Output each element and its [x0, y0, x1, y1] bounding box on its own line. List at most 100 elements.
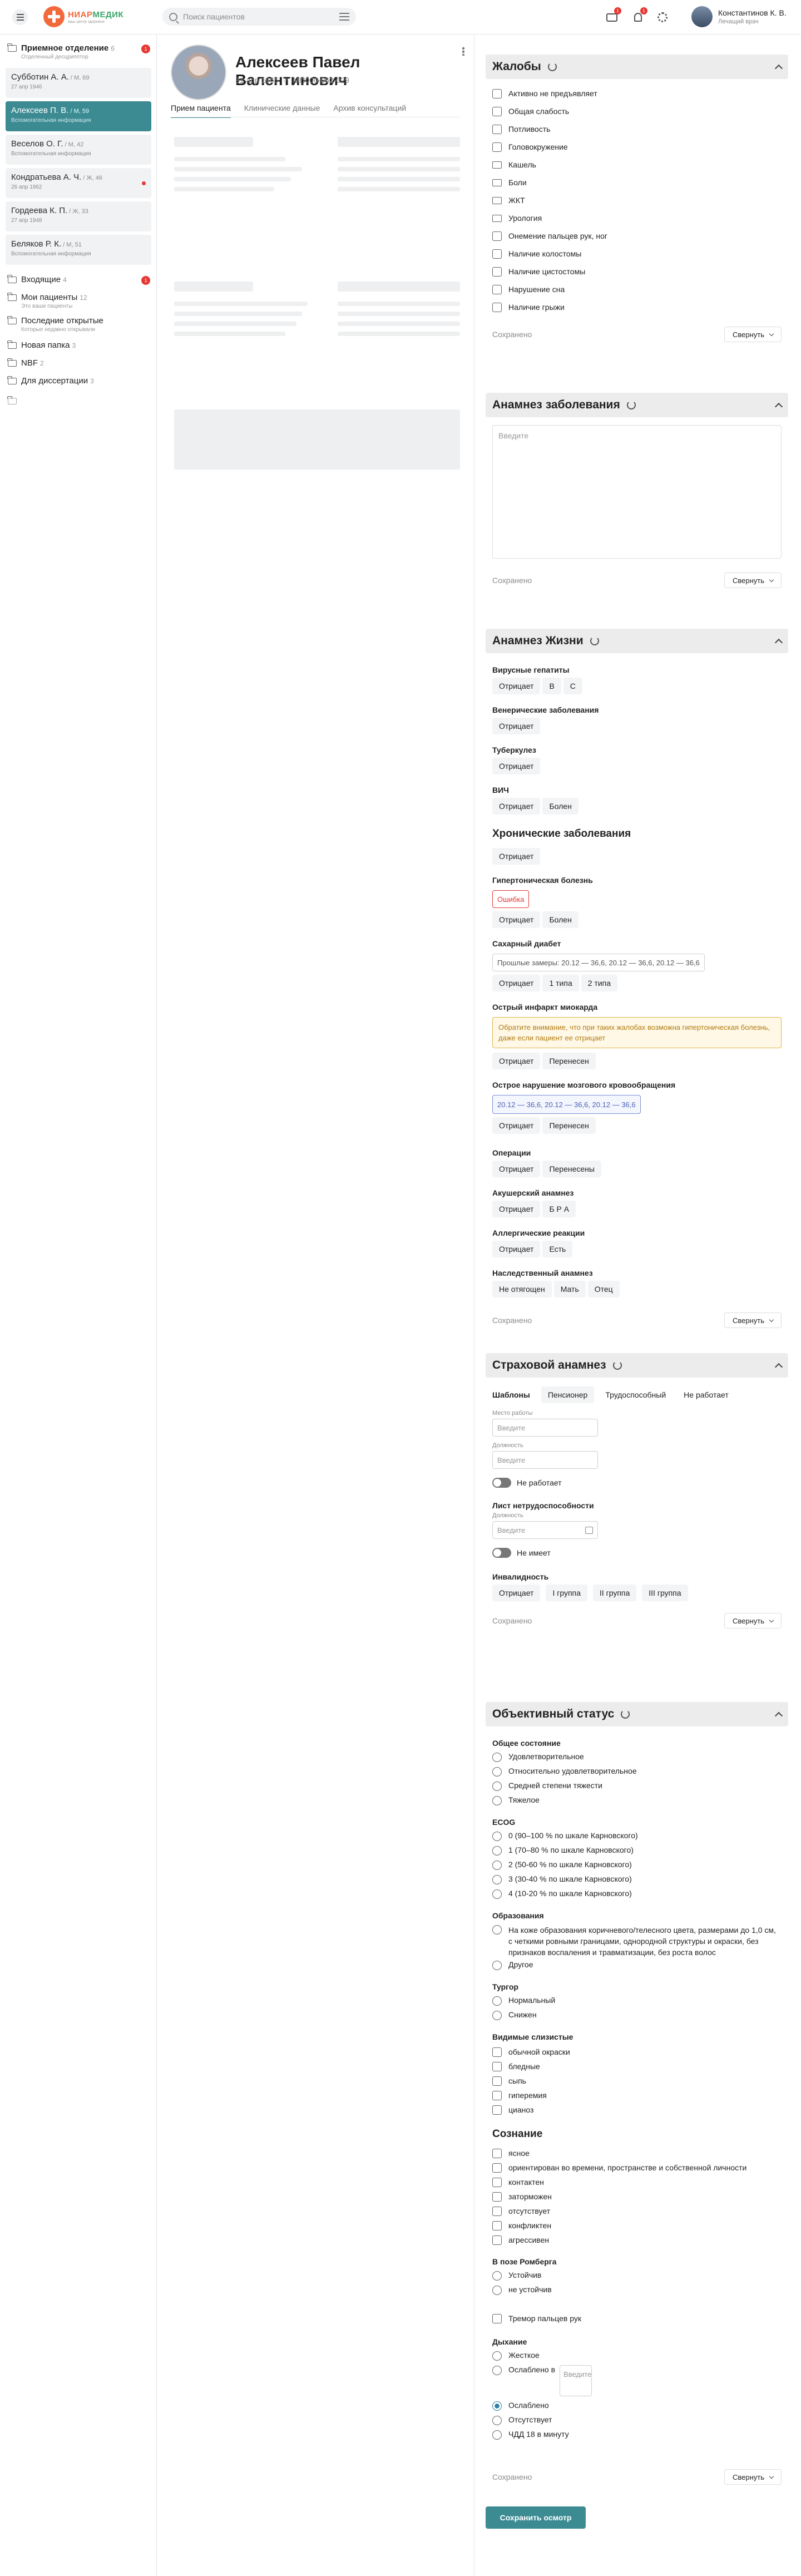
radio[interactable]: Отсутствует — [492, 2415, 782, 2430]
checkbox[interactable]: Общая слабость — [492, 102, 782, 120]
chip[interactable]: 1 типа — [542, 975, 579, 991]
chip[interactable]: Отрицает — [492, 1161, 541, 1177]
chip[interactable]: Отрицает — [492, 1117, 541, 1134]
checkbox[interactable]: ясное — [492, 2146, 782, 2160]
radio[interactable]: 1 (70–80 % по шкале Карновского) — [492, 1845, 782, 1860]
error-field[interactable]: Ошибка — [492, 890, 530, 908]
radio[interactable]: Ослаблено в Введите — [492, 2365, 782, 2396]
checkbox-box[interactable] — [492, 231, 502, 241]
checkbox[interactable]: Наличие колостомы — [492, 245, 782, 263]
more-vert-icon[interactable] — [462, 47, 464, 56]
breath-input[interactable]: Введите — [560, 2365, 592, 2396]
notifications-button[interactable]: 1 — [631, 7, 647, 24]
radio-circle[interactable] — [492, 1782, 502, 1791]
radio[interactable]: Другое — [492, 1960, 782, 1975]
radio[interactable]: Нормальный — [492, 1996, 782, 2010]
menu-icon[interactable] — [12, 9, 28, 25]
radio-circle[interactable] — [492, 2351, 502, 2361]
checkbox[interactable]: агрессивен — [492, 2233, 782, 2247]
patient-card[interactable]: Субботин А. А. / М, 69 27 апр 1946 — [6, 68, 151, 98]
checkbox[interactable]: гиперемия — [492, 2088, 782, 2103]
tab-pensioner[interactable]: Пенсионер — [541, 1386, 595, 1403]
section-header[interactable]: Анамнез Жизни — [486, 629, 788, 653]
section-header[interactable]: Объективный статус — [486, 1702, 788, 1726]
folder-nbf[interactable]: NBF 2 — [0, 358, 157, 368]
previous-measurements[interactable]: Прошлые замеры: 20.12 — 36,6, 20.12 — 36… — [492, 954, 705, 971]
patient-card[interactable]: Веселов О. Г. / М, 42 Вспомогательная инф… — [6, 135, 151, 165]
chip[interactable]: I группа — [546, 1585, 587, 1601]
add-folder-button[interactable] — [0, 396, 33, 404]
checkbox[interactable]: заторможен — [492, 2189, 782, 2204]
radio-circle[interactable] — [492, 2011, 502, 2020]
chip[interactable]: III группа — [642, 1585, 688, 1601]
chip[interactable]: Не отягощен — [492, 1281, 552, 1297]
chevron-up-icon[interactable] — [774, 638, 783, 647]
folder-dissertation[interactable]: Для диссертации 3 — [0, 376, 157, 386]
sick-leave-date-input[interactable]: Введите — [492, 1521, 598, 1539]
folder-new[interactable]: Новая папка 3 — [0, 340, 157, 350]
radio[interactable]: не устойчив — [492, 2285, 782, 2299]
chat-button[interactable]: 1 — [605, 7, 621, 24]
chip[interactable]: II группа — [592, 1585, 637, 1601]
checkbox[interactable]: Наличие грыжи — [492, 298, 782, 316]
chip[interactable]: Отрицает — [492, 1585, 541, 1601]
radio-circle[interactable] — [492, 1996, 502, 2006]
checkbox[interactable]: Активно не предъявляет — [492, 85, 782, 102]
info-field[interactable]: 20.12 — 36,6, 20.12 — 36,6, 20.12 — 36,6 — [492, 1095, 641, 1114]
checkbox-box[interactable] — [492, 124, 502, 134]
tab-reception[interactable]: Прием пациента — [171, 103, 231, 118]
radio[interactable]: Снижен — [492, 2010, 782, 2025]
folder-recent[interactable]: Последние открытые Которые недавно открыв… — [0, 316, 157, 333]
checkbox[interactable]: Потливость — [492, 120, 782, 138]
collapse-button[interactable]: Свернуть — [724, 327, 782, 342]
position-input[interactable]: Введите — [492, 1451, 598, 1469]
section-header[interactable]: Жалобы — [486, 55, 788, 79]
radio-selected[interactable]: Ослаблено — [492, 2401, 782, 2415]
tab-archive[interactable]: Архив консультаций — [333, 103, 415, 118]
refresh-icon[interactable] — [547, 62, 557, 71]
radio[interactable]: Средней степени тяжести — [492, 1781, 782, 1795]
checkbox[interactable]: цианоз — [492, 2103, 782, 2117]
checkbox-box[interactable] — [492, 2235, 502, 2245]
checkbox-box[interactable] — [492, 106, 502, 116]
logo[interactable]: НИАРМЕДИК ваш центр здоровья — [43, 6, 123, 28]
toggle-switch[interactable] — [492, 1548, 511, 1558]
chip[interactable]: Отрицает — [492, 1241, 541, 1257]
chip[interactable]: Отрицает — [492, 1201, 541, 1217]
chevron-up-icon[interactable] — [774, 402, 783, 411]
checkbox[interactable]: обычной окраски — [492, 2045, 782, 2059]
radio-circle[interactable] — [492, 1961, 502, 1970]
toggle-switch[interactable] — [492, 1478, 511, 1488]
checkbox-box[interactable] — [492, 2105, 502, 2115]
chevron-up-icon[interactable] — [774, 64, 783, 73]
radio[interactable]: На коже образования коричневого/телесног… — [492, 1924, 782, 1958]
radio-circle[interactable] — [492, 1767, 502, 1776]
checkbox-tremor[interactable]: Тремор пальцев рук — [492, 2309, 782, 2327]
radio[interactable]: Относительно удовлетворительное — [492, 1766, 782, 1781]
radio-circle[interactable] — [492, 1832, 502, 1841]
checkbox-box[interactable] — [492, 2313, 502, 2323]
collapse-button[interactable]: Свернуть — [724, 1312, 782, 1328]
folder-inbox[interactable]: Входящие 4 1 — [0, 275, 157, 285]
patient-card[interactable]: Беляков Р. К. / М, 51 Вспомогательная инф… — [6, 235, 151, 265]
checkbox[interactable]: Головокружение — [492, 138, 782, 156]
chip[interactable]: Перенесен — [542, 1053, 596, 1069]
folder-option[interactable]: Боли — [492, 174, 782, 191]
refresh-icon[interactable] — [621, 1710, 630, 1719]
refresh-icon[interactable] — [626, 401, 636, 409]
radio-circle[interactable] — [492, 2271, 502, 2281]
refresh-icon[interactable] — [612, 1361, 622, 1370]
save-exam-button[interactable]: Сохранить осмотр — [486, 2506, 586, 2529]
not-working-toggle[interactable]: Не работает — [492, 1475, 782, 1490]
chip[interactable]: Отрицает — [492, 848, 541, 865]
checkbox-box[interactable] — [492, 267, 502, 277]
chevron-up-icon[interactable] — [774, 1711, 783, 1720]
chip[interactable]: Отрицает — [492, 758, 541, 774]
patient-card[interactable]: Кондратьева А. Ч. / Ж, 46 26 апр 1962 — [6, 168, 151, 198]
radio-circle[interactable] — [492, 1796, 502, 1805]
checkbox[interactable]: ориентирован во времени, пространстве и … — [492, 2160, 782, 2175]
checkbox-box[interactable] — [492, 2076, 502, 2086]
radio-circle[interactable] — [492, 1925, 502, 1935]
radio[interactable]: Удовлетворительное — [492, 1752, 782, 1766]
chip[interactable]: B — [542, 678, 561, 694]
